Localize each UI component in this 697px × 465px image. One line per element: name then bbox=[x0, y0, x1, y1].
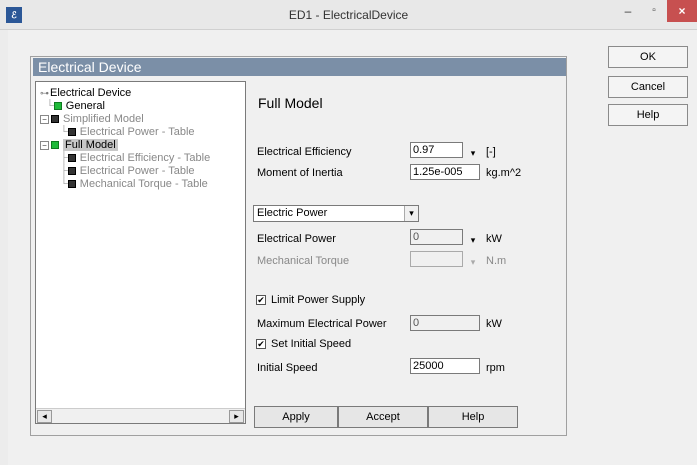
tree-item-label: Full Model bbox=[63, 139, 118, 151]
tree-item-label: Electrical Power - Table bbox=[79, 165, 195, 177]
mech-torque-unit: N.m bbox=[486, 255, 507, 267]
initial-speed-input[interactable]: 25000 bbox=[410, 358, 480, 374]
tree-root[interactable]: ⊶Electrical Device bbox=[40, 87, 131, 100]
window-border bbox=[0, 30, 8, 465]
limit-power-checkbox[interactable]: ✔ bbox=[256, 295, 266, 305]
output-type-select[interactable]: Electric Power bbox=[253, 205, 419, 222]
section-title: Full Model bbox=[258, 95, 323, 111]
initial-speed-label: Initial Speed bbox=[257, 362, 318, 374]
table-icon bbox=[67, 128, 76, 137]
efficiency-dropdown-icon[interactable]: ▾ bbox=[466, 146, 480, 160]
table-icon bbox=[67, 154, 76, 163]
minimize-button[interactable]: – bbox=[615, 0, 641, 22]
mech-torque-label: Mechanical Torque bbox=[257, 255, 350, 267]
tree-horizontal-scrollbar[interactable]: ◂ ▸ bbox=[36, 408, 245, 423]
scroll-left-icon[interactable]: ◂ bbox=[37, 410, 52, 423]
table-icon bbox=[67, 180, 76, 189]
inertia-label: Moment of Inertia bbox=[257, 167, 343, 179]
efficiency-input[interactable]: 0.97 bbox=[410, 142, 463, 158]
tree-root-icon: ⊶ bbox=[40, 88, 49, 98]
tree-item-label: Simplified Model bbox=[63, 113, 144, 125]
tree-item-simplified-power-table[interactable]: └ Electrical Power - Table bbox=[60, 126, 195, 139]
apply-button[interactable]: Apply bbox=[254, 406, 338, 428]
cancel-button[interactable]: Cancel bbox=[608, 76, 688, 98]
set-speed-label[interactable]: Set Initial Speed bbox=[271, 338, 351, 350]
tree-item-label: Electrical Power - Table bbox=[79, 126, 195, 138]
window-title: ED1 - ElectricalDevice bbox=[288, 8, 409, 22]
elec-power-dropdown-icon[interactable]: ▾ bbox=[466, 233, 480, 247]
elec-power-label: Electrical Power bbox=[257, 233, 336, 245]
elec-power-input[interactable]: 0 bbox=[410, 229, 463, 245]
efficiency-label: Electrical Efficiency bbox=[257, 146, 352, 158]
scroll-right-icon[interactable]: ▸ bbox=[229, 410, 244, 423]
tree-item-full-model[interactable]: − Full Model bbox=[40, 139, 118, 152]
tree-line: └ bbox=[60, 126, 68, 138]
limit-power-label[interactable]: Limit Power Supply bbox=[271, 294, 365, 306]
tree-root-label: Electrical Device bbox=[50, 87, 132, 99]
max-power-unit: kW bbox=[486, 318, 502, 330]
max-power-input[interactable]: 0 bbox=[410, 315, 480, 331]
set-speed-checkbox[interactable]: ✔ bbox=[256, 339, 266, 349]
accept-button[interactable]: Accept bbox=[338, 406, 428, 428]
efficiency-unit: [-] bbox=[486, 146, 496, 158]
initial-speed-unit: rpm bbox=[486, 362, 505, 374]
tree-item-general[interactable]: └ General bbox=[46, 100, 105, 113]
side-help-button[interactable]: Help bbox=[608, 104, 688, 126]
inertia-input[interactable]: 1.25e-005 bbox=[410, 164, 480, 180]
tree-line: └ bbox=[46, 100, 54, 112]
table-node-icon bbox=[51, 115, 59, 124]
tree-line: ├ bbox=[60, 165, 68, 177]
model-tree[interactable]: ⊶Electrical Device └ General − Simplified … bbox=[35, 81, 246, 424]
tree-item-torque-table[interactable]: └ Mechanical Torque - Table bbox=[60, 178, 208, 191]
maximize-button[interactable]: ▫ bbox=[641, 0, 667, 22]
tree-line: └ bbox=[60, 178, 68, 190]
panel-header: Electrical Device bbox=[33, 58, 566, 76]
model-node-icon bbox=[53, 102, 62, 111]
help-button[interactable]: Help bbox=[428, 406, 518, 428]
title-bar: ℰ ED1 - ElectricalDevice – ▫ × bbox=[0, 0, 697, 30]
chevron-down-icon[interactable]: ▾ bbox=[404, 206, 418, 221]
tree-item-simplified-model[interactable]: − Simplified Model bbox=[40, 113, 144, 126]
collapse-icon[interactable]: − bbox=[40, 114, 49, 124]
mech-torque-dropdown-icon: ▾ bbox=[470, 257, 476, 267]
collapse-icon[interactable]: − bbox=[40, 140, 49, 150]
tree-item-label: Mechanical Torque - Table bbox=[79, 178, 208, 190]
elec-power-unit: kW bbox=[486, 233, 502, 245]
mech-torque-input bbox=[410, 251, 463, 267]
tree-item-full-power-table[interactable]: ├ Electrical Power - Table bbox=[60, 165, 195, 178]
max-power-label: Maximum Electrical Power bbox=[257, 318, 387, 330]
tree-line: ├ bbox=[60, 152, 68, 164]
tree-item-efficiency-table[interactable]: ├ Electrical Efficiency - Table bbox=[60, 152, 210, 165]
table-icon bbox=[67, 167, 76, 176]
tree-item-label: Electrical Efficiency - Table bbox=[79, 152, 211, 164]
ok-button[interactable]: OK bbox=[608, 46, 688, 68]
model-node-icon bbox=[51, 141, 59, 150]
inertia-unit: kg.m^2 bbox=[486, 167, 522, 179]
close-button[interactable]: × bbox=[667, 0, 697, 22]
tree-item-label: General bbox=[65, 100, 105, 112]
